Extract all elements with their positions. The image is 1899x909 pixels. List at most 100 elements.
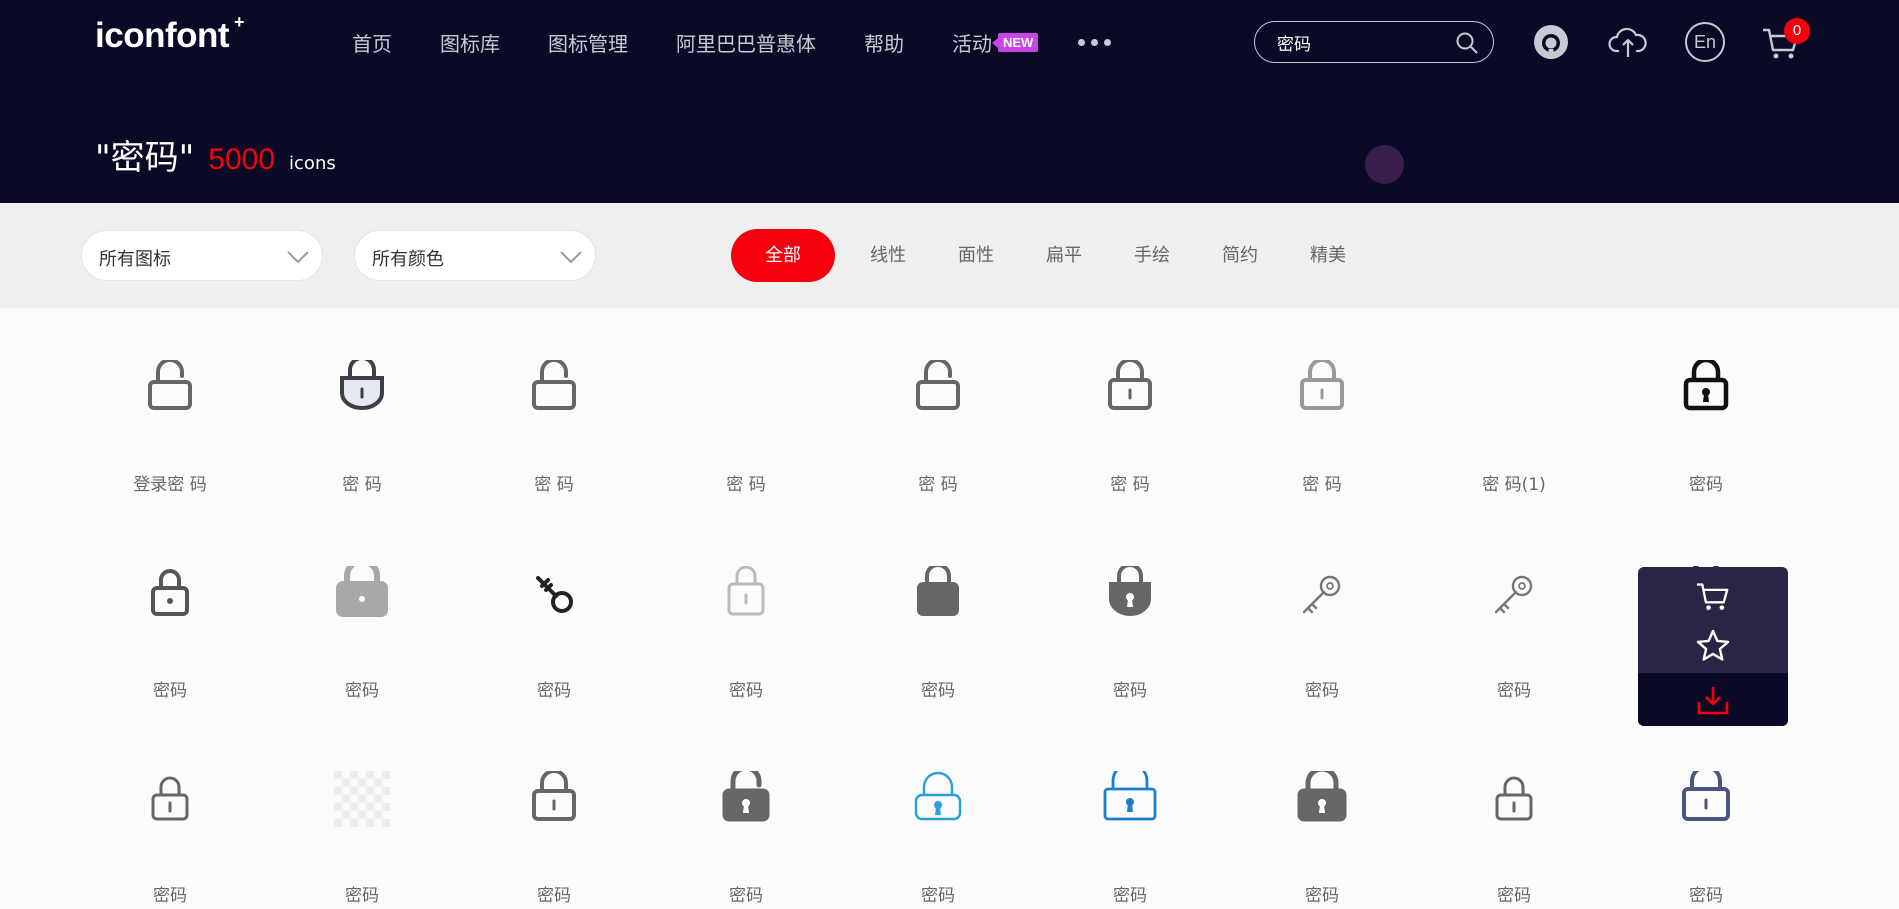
icon-card[interactable]: 密码 xyxy=(1247,514,1397,701)
icon-card[interactable]: 密码 xyxy=(95,719,245,906)
icon-card[interactable]: 密码 xyxy=(1055,719,1205,906)
download-icon[interactable] xyxy=(1696,684,1730,716)
icon-card[interactable]: 密码 xyxy=(863,514,1013,701)
icon-card[interactable]: 登录密 码 xyxy=(95,308,245,495)
icon-card[interactable]: 密 码 xyxy=(287,308,437,495)
icon-card[interactable]: 密码 xyxy=(479,514,629,701)
lock-keyhole-black-icon xyxy=(1678,360,1734,416)
key-outline-icon xyxy=(1294,566,1350,622)
lock-outline-icon xyxy=(526,771,582,827)
lock-light-outline-icon xyxy=(718,566,774,622)
icon-type-select[interactable]: 所有图标 xyxy=(81,230,323,281)
icon-card[interactable]: 密码 xyxy=(1439,514,1589,701)
icon-card-label: 密 码 xyxy=(1110,475,1150,495)
icon-card[interactable]: 密 码(1) xyxy=(1439,308,1589,495)
icon-card[interactable]: 密码 xyxy=(95,514,245,701)
icon-card[interactable]: 密码 xyxy=(1439,719,1589,906)
icon-card[interactable]: 密 码 xyxy=(863,308,1013,495)
style-tabs: 全部 线性 面性 扁平 手绘 简约 精美 xyxy=(731,229,1373,282)
icon-card[interactable]: 密码 xyxy=(1631,719,1781,906)
upload-cloud-icon[interactable] xyxy=(1608,22,1648,62)
nav-activity-label: 活动 xyxy=(952,31,992,56)
chevron-down-icon xyxy=(287,251,309,264)
search-icon[interactable] xyxy=(1455,31,1479,55)
icon-card-label: 密 码(1) xyxy=(1482,475,1546,495)
icon-card[interactable]: 密码 xyxy=(863,719,1013,906)
icon-card[interactable]: 密码 xyxy=(1247,719,1397,906)
lock-filled-dark-icon xyxy=(910,566,966,622)
icon-card-label: 密 码 xyxy=(342,475,382,495)
lock-small-outline-icon xyxy=(1486,771,1542,827)
icon-card[interactable]: 密码 xyxy=(671,719,821,906)
tab-simple[interactable]: 简约 xyxy=(1197,229,1283,282)
icon-card[interactable]: 密码 xyxy=(1631,308,1781,495)
blank-icon xyxy=(1486,360,1542,416)
nav-icon-library[interactable]: 图标库 xyxy=(440,28,500,57)
icon-card[interactable]: 密 码 xyxy=(671,308,821,495)
lock-filled-round-icon xyxy=(1102,566,1158,622)
nav-home-label: 首页 xyxy=(352,31,392,56)
icon-card[interactable]: 密码 xyxy=(1055,514,1205,701)
icon-card-label: 密 码 xyxy=(726,475,766,495)
lock-filled-keyhole-icon xyxy=(1294,771,1350,827)
icon-card-label: 密码 xyxy=(1497,886,1531,906)
cart-count-badge: 0 xyxy=(1784,18,1810,44)
language-label: En xyxy=(1693,32,1717,52)
nav-puhuiti[interactable]: 阿里巴巴普惠体 xyxy=(676,28,816,57)
more-dots-icon[interactable] xyxy=(1078,38,1112,46)
result-query: "密码" xyxy=(95,138,195,178)
icon-card-label: 密码 xyxy=(1497,681,1531,701)
filter-bar: 所有图标 所有颜色 全部 线性 面性 扁平 手绘 简约 精美 xyxy=(0,203,1899,308)
icon-card[interactable]: 密 码 xyxy=(1055,308,1205,495)
lock-open-outline-icon xyxy=(910,360,966,416)
nav-help[interactable]: 帮助 xyxy=(864,28,904,57)
icon-color-select-value: 所有颜色 xyxy=(372,249,444,270)
star-icon[interactable] xyxy=(1695,628,1731,664)
tab-solid[interactable]: 面性 xyxy=(933,229,1019,282)
nav-icon-manage-label: 图标管理 xyxy=(548,31,628,56)
search-input[interactable] xyxy=(1277,30,1447,54)
lock-open-filled-icon xyxy=(718,771,774,827)
icon-card-label: 密码 xyxy=(345,681,379,701)
icon-card-label: 密码 xyxy=(345,886,379,906)
blank-icon xyxy=(718,360,774,416)
tab-flat[interactable]: 扁平 xyxy=(1021,229,1107,282)
nav-icon-manage[interactable]: 图标管理 xyxy=(548,28,628,57)
decorative-circle xyxy=(1365,145,1404,184)
lock-open-outline-icon xyxy=(526,360,582,416)
tab-hand-drawn[interactable]: 手绘 xyxy=(1109,229,1195,282)
logo[interactable]: iconfont + xyxy=(95,12,245,56)
icon-card[interactable]: 密 码 xyxy=(479,308,629,495)
tab-all[interactable]: 全部 xyxy=(731,229,835,282)
icon-card-label: 密 码 xyxy=(534,475,574,495)
add-to-cart-icon[interactable] xyxy=(1695,581,1731,613)
icon-card[interactable]: 密码 xyxy=(479,719,629,906)
lock-blue-icon xyxy=(1102,771,1158,827)
icon-type-select-value: 所有图标 xyxy=(99,249,171,270)
nav-puhuiti-label: 阿里巴巴普惠体 xyxy=(676,31,816,56)
icon-card[interactable]: 密码 xyxy=(671,514,821,701)
language-en-icon[interactable]: En xyxy=(1685,22,1725,62)
icon-card-label: 密码 xyxy=(921,886,955,906)
icon-card-label: 密码 xyxy=(1689,475,1723,495)
icon-card-label: 密码 xyxy=(729,681,763,701)
icon-card[interactable]: 密 码 xyxy=(1247,308,1397,495)
main-nav: 首页 图标库 图标管理 阿里巴巴普惠体 帮助 活动 NEW xyxy=(352,26,1112,58)
lock-round-icon xyxy=(334,360,390,416)
icon-card[interactable]: 密码 xyxy=(287,514,437,701)
nav-home[interactable]: 首页 xyxy=(352,28,392,57)
icon-card-label: 密码 xyxy=(1305,681,1339,701)
icon-card[interactable]: 密码 xyxy=(287,719,437,906)
result-count: 5000 xyxy=(208,143,276,176)
tab-exquisite[interactable]: 精美 xyxy=(1285,229,1371,282)
icon-card-label: 密码 xyxy=(1113,681,1147,701)
lock-navy-outline-icon xyxy=(1678,771,1734,827)
icon-card-label: 登录密 码 xyxy=(133,475,207,495)
nav-activity[interactable]: 活动 NEW xyxy=(952,28,1039,57)
github-icon[interactable] xyxy=(1531,22,1571,62)
icon-color-select[interactable]: 所有颜色 xyxy=(354,230,596,281)
chevron-down-icon xyxy=(560,251,582,264)
tab-linear[interactable]: 线性 xyxy=(845,229,931,282)
icon-card-label: 密码 xyxy=(729,886,763,906)
hover-download-bar xyxy=(1638,673,1788,726)
